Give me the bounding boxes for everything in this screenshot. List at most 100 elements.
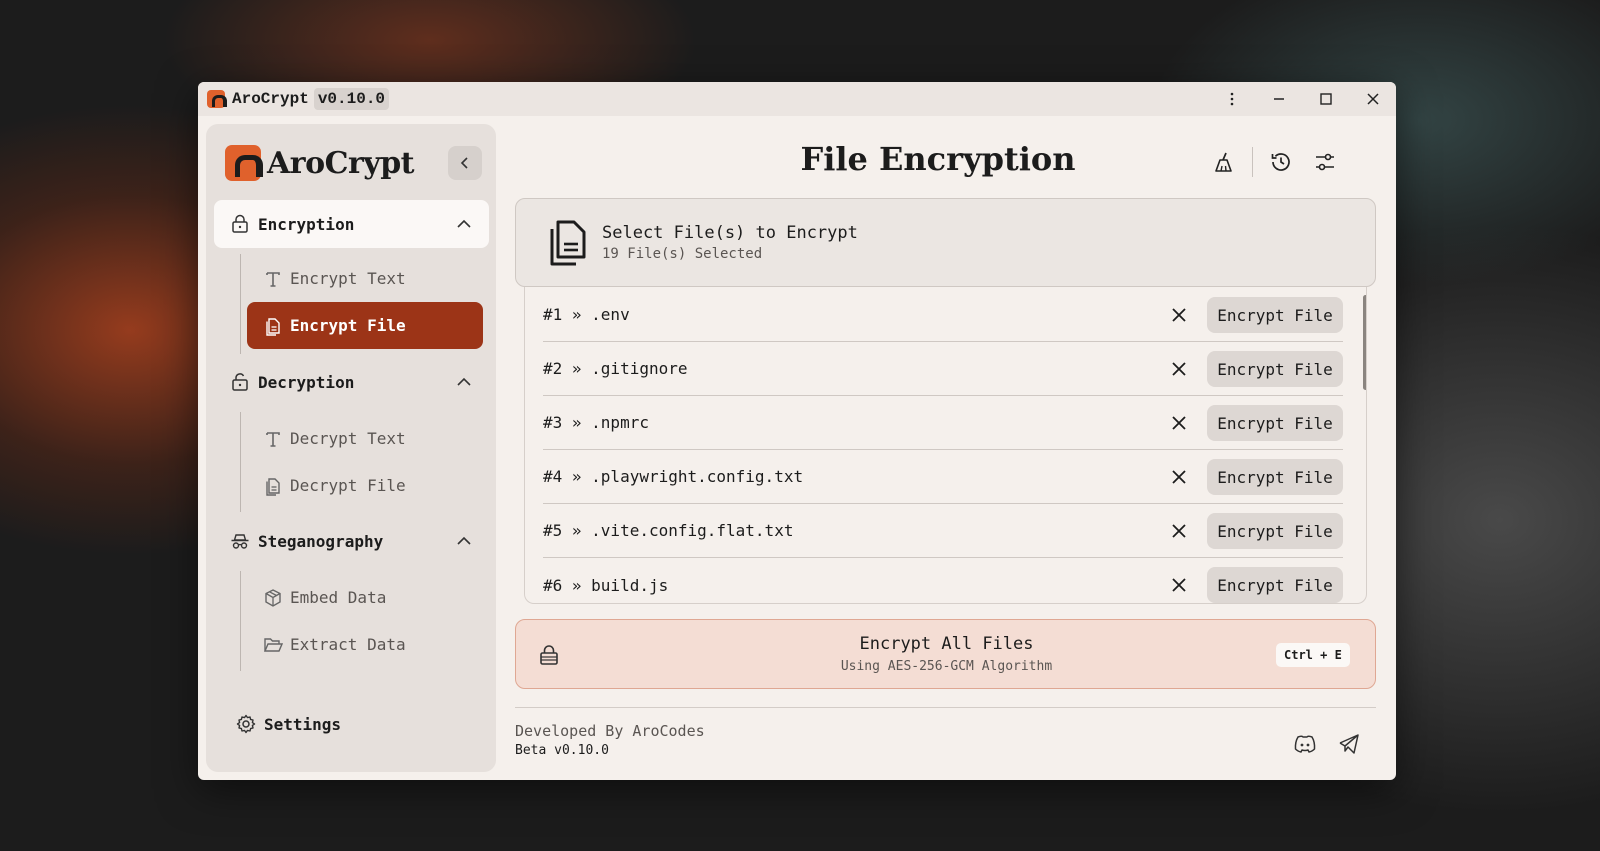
settings-label: Settings [264, 714, 342, 734]
sidebar-item-encrypt-text[interactable]: Encrypt Text [247, 255, 483, 302]
gear-icon [236, 714, 256, 734]
sidebar: AroCrypt Encryption Encrypt Text Encrypt… [206, 124, 496, 772]
encrypt-file-button[interactable]: Encrypt File [1207, 513, 1343, 549]
file-name: #1 » .env [543, 305, 630, 324]
sidebar-item-label: Decrypt File [290, 476, 406, 495]
minimize-icon [1273, 98, 1284, 100]
minimize-button[interactable] [1255, 82, 1302, 116]
app-window: AroCrypt v0.10.0 AroCrypt Encryption Enc… [198, 82, 1396, 780]
sidebar-header: AroCrypt [225, 145, 415, 181]
encrypt-file-button[interactable]: Encrypt File [1207, 351, 1343, 387]
social-links [1279, 730, 1367, 758]
remove-file-button[interactable] [1168, 520, 1190, 542]
header-divider [1252, 147, 1253, 177]
select-title: Select File(s) to Encrypt [602, 223, 858, 243]
close-icon [1172, 308, 1186, 322]
encrypt-file-button[interactable]: Encrypt File [1207, 297, 1343, 333]
window-title: AroCrypt [232, 90, 309, 108]
section-encryption[interactable]: Encryption [214, 200, 489, 248]
discord-link[interactable] [1287, 730, 1323, 758]
sidebar-app-name: AroCrypt [267, 145, 415, 181]
file-name: #2 » .gitignore [543, 359, 688, 378]
more-vertical-icon [1230, 92, 1233, 106]
section-steganography[interactable]: Steganography [214, 517, 489, 565]
main-panel: File Encryption Select File(s) to Encryp… [506, 116, 1396, 780]
submenu-rail [240, 571, 241, 671]
footer-divider [515, 707, 1376, 708]
file-name: #6 » build.js [543, 575, 669, 595]
package-icon [263, 588, 283, 608]
spy-icon [230, 531, 250, 551]
sidebar-item-extract-data[interactable]: Extract Data [247, 621, 483, 668]
developer-credit: Developed By AroCodes [515, 722, 705, 740]
scrollbar-thumb[interactable] [1363, 295, 1366, 390]
maximize-icon [1319, 93, 1332, 105]
chevron-up-icon [457, 536, 471, 545]
sidebar-item-embed-data[interactable]: Embed Data [247, 574, 483, 621]
sidebar-item-settings[interactable]: Settings [228, 714, 341, 734]
close-icon [1172, 578, 1186, 592]
telegram-link[interactable] [1331, 730, 1367, 758]
encrypt-file-button[interactable]: Encrypt File [1207, 459, 1343, 495]
close-icon [1172, 470, 1186, 484]
remove-file-button[interactable] [1168, 358, 1190, 380]
sidebar-item-label: Decrypt Text [290, 429, 406, 448]
list-item: #1 » .env Encrypt File [543, 288, 1343, 342]
discord-icon [1294, 735, 1316, 753]
text-icon [263, 269, 283, 289]
file-name: #5 » .vite.config.flat.txt [543, 521, 794, 540]
submenu-rail [240, 254, 241, 354]
file-select-dropzone[interactable]: Select File(s) to Encrypt 19 File(s) Sel… [515, 198, 1376, 287]
file-list[interactable]: #1 » .env Encrypt File #2 » .gitignore E… [524, 287, 1367, 604]
clear-button[interactable] [1206, 144, 1242, 180]
sidebar-item-label: Encrypt File [290, 316, 406, 335]
close-icon [1172, 416, 1186, 430]
list-item: #5 » .vite.config.flat.txt Encrypt File [543, 504, 1343, 558]
remove-file-button[interactable] [1168, 412, 1190, 434]
collapse-sidebar-button[interactable] [448, 146, 482, 180]
version-badge: v0.10.0 [313, 88, 390, 110]
encrypt-all-button[interactable]: Encrypt All Files Using AES-256-GCM Algo… [515, 619, 1376, 689]
maximize-button[interactable] [1302, 82, 1349, 116]
options-button[interactable] [1307, 144, 1343, 180]
encrypt-all-label: Encrypt All Files [859, 634, 1034, 654]
close-icon [1172, 362, 1186, 376]
list-item: #3 » .npmrc Encrypt File [543, 396, 1343, 450]
sidebar-item-label: Embed Data [290, 588, 387, 607]
history-button[interactable] [1263, 144, 1299, 180]
section-label: Decryption [258, 372, 355, 392]
file-name: #4 » .playwright.config.txt [543, 467, 804, 486]
history-icon [1271, 153, 1290, 171]
file-name: #3 » .npmrc [543, 413, 649, 432]
close-icon [1172, 524, 1186, 538]
shortcut-badge: Ctrl + E [1276, 643, 1350, 667]
encrypt-file-button[interactable]: Encrypt File [1207, 567, 1343, 603]
algorithm-label: Using AES-256-GCM Algorithm [840, 659, 1053, 674]
chevron-left-icon [460, 157, 468, 169]
remove-file-button[interactable] [1168, 466, 1190, 488]
sidebar-item-encrypt-file[interactable]: Encrypt File [247, 302, 483, 349]
file-icon [263, 476, 283, 496]
list-item: #2 » .gitignore Encrypt File [543, 342, 1343, 396]
list-item: #6 » build.js Encrypt File [543, 558, 1343, 603]
encrypt-file-button[interactable]: Encrypt File [1207, 405, 1343, 441]
sidebar-item-decrypt-file[interactable]: Decrypt File [247, 462, 483, 509]
folder-open-icon [263, 635, 283, 655]
title-bar[interactable]: AroCrypt v0.10.0 [198, 82, 1396, 116]
remove-file-button[interactable] [1168, 574, 1190, 596]
footer-version: Beta v0.10.0 [515, 743, 609, 758]
file-icon [263, 316, 283, 336]
header-actions [1206, 144, 1343, 180]
app-logo-icon [225, 145, 263, 181]
lock-icon [230, 214, 250, 234]
section-decryption[interactable]: Decryption [214, 358, 489, 406]
scrollbar[interactable] [1363, 287, 1366, 603]
close-window-button[interactable] [1349, 82, 1396, 116]
sidebar-item-label: Encrypt Text [290, 269, 406, 288]
documents-icon [546, 219, 590, 272]
chevron-up-icon [457, 219, 471, 228]
more-options-button[interactable] [1208, 82, 1255, 116]
unlock-icon [230, 372, 250, 392]
remove-file-button[interactable] [1168, 304, 1190, 326]
sidebar-item-decrypt-text[interactable]: Decrypt Text [247, 415, 483, 462]
